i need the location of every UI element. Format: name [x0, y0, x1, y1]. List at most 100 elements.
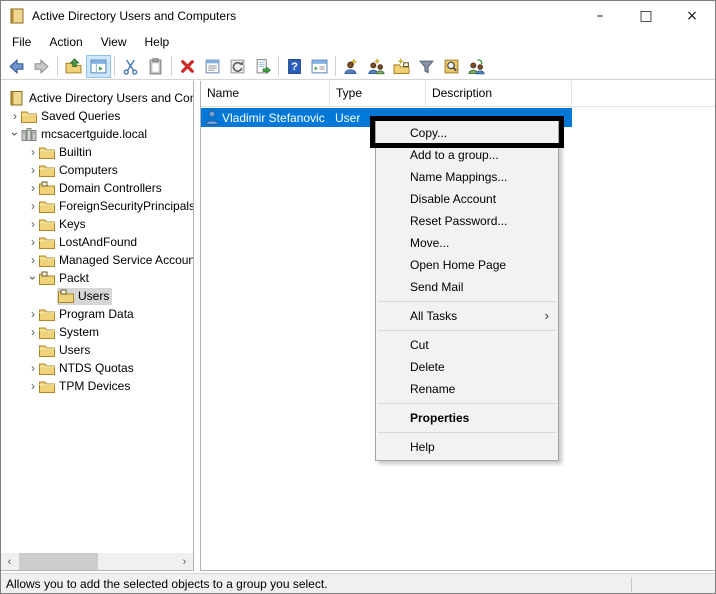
chevron-right-icon[interactable]: ›: [27, 362, 39, 374]
ou-folder-icon: [39, 181, 55, 196]
menu-help[interactable]: Help: [136, 31, 179, 53]
chevron-right-icon[interactable]: ›: [27, 308, 39, 320]
context-menu-item-properties[interactable]: Properties: [376, 407, 558, 429]
users-arrow-icon: [468, 58, 485, 75]
chevron-down-icon[interactable]: ›: [9, 128, 21, 140]
tree-item-label: Saved Queries: [40, 108, 123, 125]
chevron-right-icon[interactable]: ›: [27, 254, 39, 266]
folder-icon: [39, 307, 55, 322]
chevron-right-icon[interactable]: ›: [27, 164, 39, 176]
context-menu-item-open-home-page[interactable]: Open Home Page: [376, 254, 558, 276]
cut-button[interactable]: [118, 55, 143, 78]
tree-item-managed-service-accounts[interactable]: › Managed Service Accounts: [1, 251, 193, 269]
folder-icon: [39, 145, 55, 160]
tree-item-label: Keys: [58, 216, 89, 233]
tree-item-packt[interactable]: › Packt: [1, 269, 193, 287]
tree-item-keys[interactable]: › Keys: [1, 215, 193, 233]
scroll-left-arrow[interactable]: ‹: [1, 553, 18, 570]
context-menu-item-rename[interactable]: Rename: [376, 378, 558, 400]
tree-item-label: mcsacertguide.local: [40, 126, 150, 143]
tree-item-foreignsecurityprincipals[interactable]: › ForeignSecurityPrincipals: [1, 197, 193, 215]
annotation-highlight-rectangle: [370, 116, 564, 148]
folder-icon: [39, 163, 55, 178]
tree-item-root[interactable]: Active Directory Users and Computers: [1, 89, 193, 107]
column-header-name[interactable]: Name: [201, 81, 330, 107]
filter-funnel-icon: [418, 58, 435, 75]
delete-button[interactable]: [175, 55, 200, 78]
tree-item-users-selected[interactable]: Users: [1, 287, 193, 305]
filter-options-button[interactable]: [414, 55, 439, 78]
add-to-group-button[interactable]: [464, 55, 489, 78]
chevron-down-icon[interactable]: ›: [27, 272, 39, 284]
context-menu-item-send-mail[interactable]: Send Mail: [376, 276, 558, 298]
context-menu-item-cut[interactable]: Cut: [376, 334, 558, 356]
tree-item-computers[interactable]: › Computers: [1, 161, 193, 179]
create-new-user-button[interactable]: [339, 55, 364, 78]
submenu-arrow-icon: ›: [545, 305, 549, 327]
folder-icon: [39, 343, 55, 358]
tree-item-domain-controllers[interactable]: › Domain Controllers: [1, 179, 193, 197]
tree-item-users-container[interactable]: Users: [1, 341, 193, 359]
show-hide-console-tree-button[interactable]: [86, 55, 111, 78]
create-new-ou-button[interactable]: [389, 55, 414, 78]
context-menu-item-all-tasks[interactable]: All Tasks ›: [376, 305, 558, 327]
refresh-button[interactable]: [225, 55, 250, 78]
paste-button[interactable]: [143, 55, 168, 78]
toolbar-separator: [114, 56, 115, 76]
context-menu: Copy... Add to a group... Name Mappings.…: [375, 119, 559, 461]
menu-file[interactable]: File: [3, 31, 40, 53]
delete-x-icon: [179, 58, 196, 75]
tree-horizontal-scrollbar[interactable]: ‹ ›: [1, 553, 193, 570]
chevron-right-icon[interactable]: ›: [27, 182, 39, 194]
maximize-button[interactable]: □: [623, 1, 669, 31]
tree-item-saved-queries[interactable]: › Saved Queries: [1, 107, 193, 125]
tree-item-tpm-devices[interactable]: › TPM Devices: [1, 377, 193, 395]
tree-item-lostandfound[interactable]: › LostAndFound: [1, 233, 193, 251]
close-button[interactable]: ×: [669, 1, 715, 31]
column-header-type[interactable]: Type: [330, 81, 426, 107]
export-list-button[interactable]: [250, 55, 275, 78]
scroll-right-arrow[interactable]: ›: [176, 553, 193, 570]
context-menu-item-delete[interactable]: Delete: [376, 356, 558, 378]
forward-button[interactable]: [29, 55, 54, 78]
chevron-right-icon[interactable]: ›: [27, 236, 39, 248]
chevron-right-icon[interactable]: ›: [27, 146, 39, 158]
back-button[interactable]: [4, 55, 29, 78]
up-one-level-button[interactable]: [61, 55, 86, 78]
column-header-description[interactable]: Description: [426, 81, 572, 107]
tree-item-label: Managed Service Accounts: [58, 252, 194, 269]
scrollbar-thumb[interactable]: [19, 553, 98, 570]
tree-item-program-data[interactable]: › Program Data: [1, 305, 193, 323]
tree-item-system[interactable]: › System: [1, 323, 193, 341]
find-objects-button[interactable]: [439, 55, 464, 78]
tree-item-domain[interactable]: › mcsacertguide.local: [1, 125, 193, 143]
ou-folder-icon: [58, 289, 74, 304]
context-menu-item-name-mappings[interactable]: Name Mappings...: [376, 166, 558, 188]
chevron-right-icon[interactable]: ›: [27, 380, 39, 392]
context-menu-item-move[interactable]: Move...: [376, 232, 558, 254]
properties-button[interactable]: [200, 55, 225, 78]
menu-view[interactable]: View: [92, 31, 136, 53]
tree-item-ntds-quotas[interactable]: › NTDS Quotas: [1, 359, 193, 377]
chevron-right-icon[interactable]: ›: [27, 218, 39, 230]
context-menu-item-disable-account[interactable]: Disable Account: [376, 188, 558, 210]
context-menu-item-label: All Tasks: [410, 309, 457, 323]
clipboard-icon: [147, 58, 164, 75]
svg-text:?: ?: [291, 61, 298, 73]
show-window-button[interactable]: [307, 55, 332, 78]
window-title: Active Directory Users and Computers: [32, 1, 236, 31]
create-new-group-button[interactable]: [364, 55, 389, 78]
folder-icon: [39, 379, 55, 394]
tree-item-builtin[interactable]: › Builtin: [1, 143, 193, 161]
minimize-button[interactable]: –: [577, 1, 623, 31]
chevron-right-icon[interactable]: ›: [27, 200, 39, 212]
chevron-right-icon[interactable]: ›: [9, 110, 21, 122]
context-menu-item-help[interactable]: Help: [376, 436, 558, 458]
user-icon: [205, 110, 219, 125]
help-button[interactable]: ?: [282, 55, 307, 78]
chevron-right-icon[interactable]: ›: [27, 326, 39, 338]
menu-action[interactable]: Action: [40, 31, 91, 53]
cell-type: User: [335, 111, 360, 125]
context-menu-item-reset-password[interactable]: Reset Password...: [376, 210, 558, 232]
context-menu-separator: [378, 403, 556, 404]
